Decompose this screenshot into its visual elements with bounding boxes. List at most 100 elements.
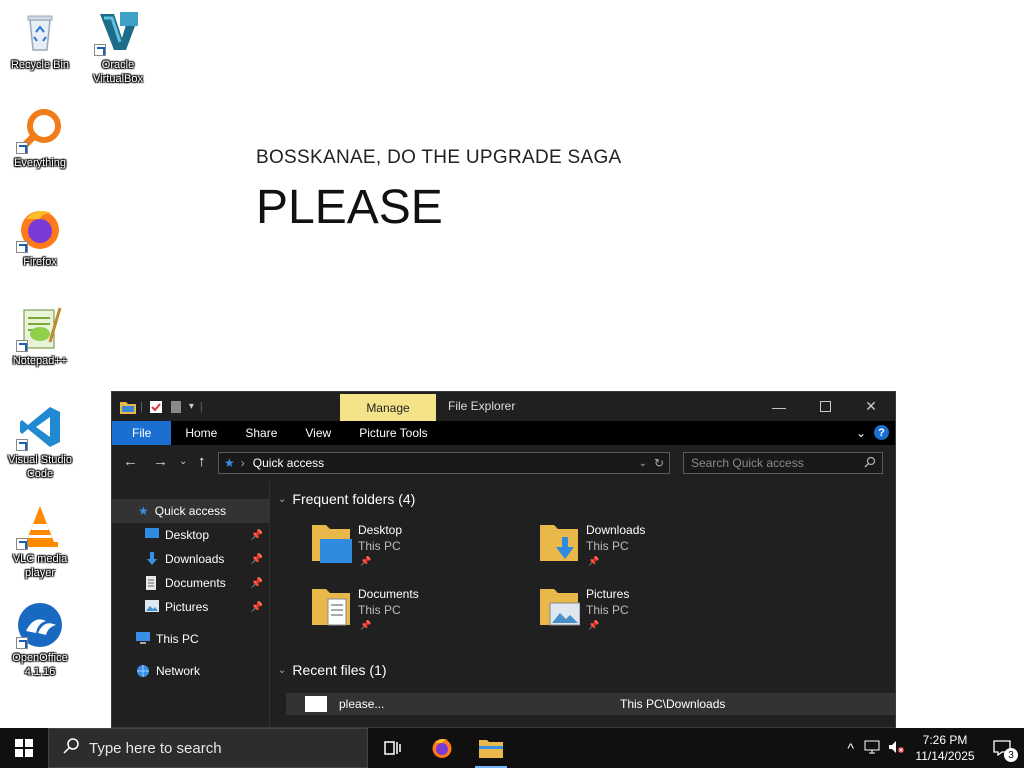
- tab-home[interactable]: Home: [171, 421, 231, 445]
- title-bar[interactable]: | ▾ | Manage File Explorer — ✕: [112, 392, 895, 421]
- pin-icon[interactable]: 📌: [251, 578, 263, 589]
- desktop-icon-firefox[interactable]: Firefox: [0, 205, 80, 269]
- pin-icon: 📌: [588, 556, 600, 566]
- desktop-icon-everything[interactable]: Everything: [0, 106, 80, 170]
- content-pane: ⌄ Frequent folders (4) Desktop This PC 📌…: [270, 481, 895, 727]
- nav-item-pictures[interactable]: Pictures 📌: [112, 595, 269, 619]
- address-bar[interactable]: ★ › Quick access ⌄ ↻: [218, 452, 670, 474]
- tab-picture-tools[interactable]: Picture Tools: [345, 421, 441, 445]
- shortcut-arrow-icon: [16, 241, 28, 253]
- taskbar-firefox[interactable]: [418, 728, 466, 768]
- search-icon: [63, 738, 79, 758]
- wallpaper-title: PLEASE: [256, 181, 443, 234]
- navigation-pane: ★ Quick access Desktop 📌 Downloads 📌 Doc…: [112, 481, 270, 727]
- nav-item-desktop[interactable]: Desktop 📌: [112, 523, 269, 547]
- breadcrumb-quick-access[interactable]: Quick access: [253, 456, 324, 470]
- separator: |: [140, 400, 143, 413]
- task-view-icon: [384, 741, 401, 755]
- pin-icon: 📌: [588, 620, 600, 630]
- shortcut-arrow-icon: [16, 439, 28, 451]
- vscode-icon: [16, 403, 64, 451]
- tab-file[interactable]: File: [112, 421, 172, 445]
- clock-time: 7:26 PM: [922, 733, 968, 747]
- desktop-icon-recycle-bin[interactable]: Recycle Bin: [0, 8, 80, 72]
- search-input[interactable]: Search Quick access: [683, 452, 883, 474]
- shortcut-arrow-icon: [16, 340, 28, 352]
- recycle-bin-icon: [16, 8, 64, 56]
- folder-location: This PC: [586, 539, 629, 553]
- nav-item-documents[interactable]: Documents 📌: [112, 571, 269, 595]
- file-explorer-window[interactable]: | ▾ | Manage File Explorer — ✕ File Home…: [111, 391, 896, 728]
- pin-icon[interactable]: 📌: [251, 554, 263, 565]
- recent-file-row[interactable]: please... This PC\Downloads: [286, 693, 895, 715]
- desktop-icon-vlc[interactable]: VLC media player: [0, 502, 80, 580]
- desktop-icon-openoffice[interactable]: OpenOffice 4.1.16: [0, 601, 80, 679]
- downloads-folder-icon: [540, 521, 580, 565]
- file-explorer-icon: [479, 740, 503, 758]
- frequent-folders-header[interactable]: ⌄ Frequent folders (4): [278, 491, 415, 507]
- folder-location: This PC: [358, 603, 401, 617]
- nav-label: Quick access: [154, 504, 227, 518]
- notifications-button[interactable]: 3: [980, 740, 1024, 762]
- downloads-folder-icon: [145, 552, 159, 566]
- close-button[interactable]: ✕: [848, 392, 894, 421]
- network-status-icon[interactable]: [864, 740, 880, 757]
- desktop-icon-label: OpenOffice 4.1.16: [12, 652, 68, 678]
- task-view-button[interactable]: [368, 728, 416, 768]
- folder-location: This PC: [358, 539, 401, 553]
- nav-label: Network: [156, 664, 201, 678]
- pictures-folder-icon: [540, 585, 581, 629]
- start-button[interactable]: [0, 728, 48, 768]
- window-title: File Explorer: [448, 399, 516, 413]
- properties-icon[interactable]: [149, 400, 163, 414]
- nav-label: Documents: [165, 576, 226, 590]
- folder-tile-downloads[interactable]: Downloads This PC 📌: [540, 521, 740, 577]
- notification-badge: 3: [1004, 748, 1018, 762]
- recent-files-header[interactable]: ⌄ Recent files (1): [278, 662, 387, 678]
- tab-view[interactable]: View: [291, 421, 345, 445]
- show-hidden-icons-chevron-icon[interactable]: ^: [847, 740, 854, 756]
- taskbar-search-box[interactable]: Type here to search: [48, 728, 368, 768]
- desktop-icon-vscode[interactable]: Visual Studio Code: [0, 403, 80, 481]
- file-thumbnail-icon: [305, 696, 327, 712]
- expand-ribbon-icon[interactable]: ⌄: [856, 426, 866, 440]
- network-icon: [136, 664, 150, 678]
- address-dropdown-icon[interactable]: ⌄: [639, 458, 647, 469]
- desktop-icon-virtualbox[interactable]: Oracle VirtualBox: [78, 8, 158, 86]
- help-icon[interactable]: ?: [874, 425, 889, 440]
- documents-folder-icon: [312, 585, 352, 629]
- desktop-icon-label: Notepad++: [12, 355, 68, 367]
- minimize-button[interactable]: —: [756, 392, 802, 421]
- taskbar-file-explorer[interactable]: [467, 728, 515, 768]
- folder-name: Pictures: [586, 587, 630, 601]
- new-folder-icon[interactable]: [169, 400, 183, 414]
- desktop-icon-notepadpp[interactable]: Notepad++: [0, 304, 80, 368]
- pin-icon[interactable]: 📌: [251, 530, 263, 541]
- customize-toolbar-icon[interactable]: ▾: [189, 401, 194, 412]
- refresh-icon[interactable]: ↻: [654, 456, 664, 470]
- pin-icon: 📌: [360, 620, 372, 630]
- nav-item-network[interactable]: Network: [112, 659, 269, 683]
- pin-icon[interactable]: 📌: [251, 602, 263, 613]
- file-path: This PC\Downloads: [620, 697, 726, 711]
- folder-tile-documents[interactable]: Documents This PC 📌: [312, 585, 512, 641]
- clock[interactable]: 7:26 PM 11/14/2025: [910, 732, 980, 764]
- recent-locations-chevron-icon[interactable]: ⌄: [179, 456, 187, 467]
- nav-item-quick-access[interactable]: ★ Quick access: [112, 499, 269, 523]
- up-arrow-icon[interactable]: ↑: [198, 453, 206, 470]
- back-arrow-icon[interactable]: ←: [123, 453, 138, 470]
- tab-share[interactable]: Share: [231, 421, 291, 445]
- desktop-folder-icon: [145, 528, 159, 542]
- maximize-button[interactable]: [802, 392, 848, 421]
- nav-item-downloads[interactable]: Downloads 📌: [112, 547, 269, 571]
- forward-arrow-icon[interactable]: →: [153, 453, 168, 470]
- folder-tile-desktop[interactable]: Desktop This PC 📌: [312, 521, 512, 577]
- pin-icon: 📌: [360, 556, 372, 566]
- folder-location: This PC: [586, 603, 629, 617]
- volume-muted-icon[interactable]: [888, 740, 904, 757]
- shortcut-arrow-icon: [94, 44, 106, 56]
- folder-tile-pictures[interactable]: Pictures This PC 📌: [540, 585, 740, 641]
- tab-manage[interactable]: Manage: [340, 394, 436, 421]
- nav-item-this-pc[interactable]: This PC: [112, 627, 269, 651]
- desktop-icon-label: Visual Studio Code: [7, 454, 72, 480]
